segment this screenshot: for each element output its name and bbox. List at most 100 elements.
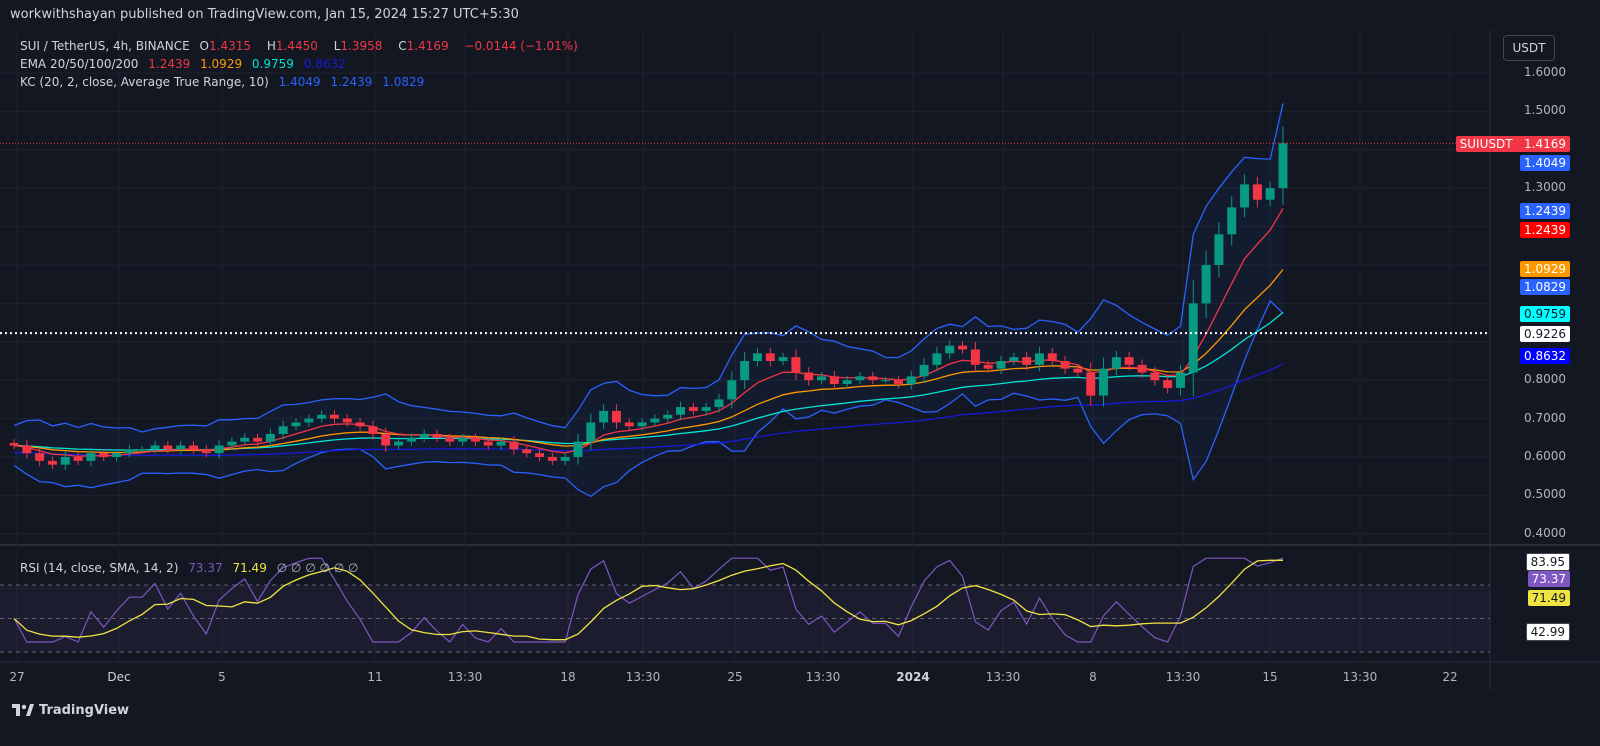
- candle-body: [599, 410, 609, 423]
- candle-body: [60, 457, 70, 465]
- kc-lower-value: 1.0829: [382, 75, 425, 89]
- time-tick-label: 8: [1089, 670, 1097, 684]
- currency-button[interactable]: USDT: [1503, 35, 1555, 61]
- candle-body: [1175, 372, 1185, 388]
- open-label: O: [199, 39, 209, 53]
- candle-body: [817, 376, 827, 381]
- open-value: 1.4315: [209, 39, 251, 53]
- candle-body: [496, 441, 506, 446]
- candle-body: [214, 445, 224, 454]
- candle-body: [445, 437, 455, 442]
- ema20-value: 1.2439: [148, 57, 191, 71]
- candle-body: [329, 414, 339, 419]
- candle-body: [1111, 357, 1121, 369]
- time-tick-label: 25: [727, 670, 743, 684]
- candle-body: [1163, 380, 1173, 388]
- candle-body: [1265, 188, 1275, 200]
- candle-body: [804, 372, 814, 381]
- indicator-price-tag: 0.8632: [1520, 348, 1570, 364]
- candle-body: [227, 441, 237, 446]
- candle-body: [150, 445, 160, 450]
- candle-body: [650, 418, 660, 423]
- price-tick-label: 0.7000: [1524, 410, 1566, 425]
- price-tick-label: 0.6000: [1524, 449, 1566, 463]
- candle-body: [1124, 357, 1134, 365]
- candle-body: [1150, 372, 1160, 381]
- symbol-title[interactable]: SUI / TetherUS, 4h, BINANCE: [20, 39, 190, 53]
- candle-body: [1073, 368, 1083, 373]
- candle-body: [163, 445, 173, 450]
- time-tick-label: 13:30: [447, 670, 483, 684]
- candle-body: [547, 457, 557, 461]
- symbol-legend: SUI / TetherUS, 4h, BINANCE O1.4315 H1.4…: [20, 39, 584, 53]
- candle-body: [188, 445, 198, 450]
- candle-body: [688, 407, 698, 411]
- candle-body: [201, 449, 211, 454]
- candle-body: [1201, 265, 1211, 304]
- candle-body: [919, 364, 929, 377]
- candle-body: [983, 364, 993, 369]
- candle-body: [394, 441, 404, 446]
- candle-body: [291, 422, 301, 427]
- rsi-legend[interactable]: RSI (14, close, SMA, 14, 2) 73.37 71.49 …: [20, 561, 364, 575]
- tradingview-logo[interactable]: TradingView: [12, 703, 129, 718]
- time-tick-label: 27: [9, 670, 25, 684]
- candle-body: [1047, 353, 1057, 361]
- ema200-value: 0.8632: [303, 57, 346, 71]
- close-label: C: [398, 39, 407, 53]
- price-tick-label: 0.5000: [1524, 487, 1566, 502]
- candle-body: [663, 414, 673, 419]
- candle-body: [701, 407, 711, 411]
- price-tick-label: 1.3000: [1524, 180, 1566, 195]
- candle-body: [1188, 303, 1198, 373]
- candle-body: [791, 357, 801, 373]
- candle-body: [1278, 143, 1288, 189]
- publisher-line: workwithshayan published on TradingView.…: [10, 7, 519, 22]
- indicator-price-tag: 1.0929: [1520, 261, 1570, 277]
- high-label: H: [266, 39, 276, 53]
- candle-body: [137, 449, 147, 451]
- rsi-axis-tag: 71.49: [1527, 590, 1570, 606]
- tradingview-logo-icon: [12, 704, 34, 716]
- candle-body: [265, 433, 275, 442]
- candle-body: [1252, 184, 1262, 200]
- candle-body: [714, 399, 724, 408]
- kc-legend[interactable]: KC (20, 2, close, Average True Range, 10…: [20, 75, 430, 89]
- candle-body: [381, 433, 391, 446]
- candle-body: [368, 426, 378, 434]
- chart-canvas[interactable]: [0, 0, 1600, 746]
- time-tick-label: 22: [1442, 670, 1458, 684]
- rsi-label: RSI (14, close, SMA, 14, 2): [20, 561, 179, 575]
- time-tick-label: 5: [218, 670, 226, 684]
- time-tick-label: 2024: [896, 670, 930, 684]
- candle-body: [124, 449, 134, 454]
- candle-body: [765, 353, 775, 361]
- kc-basis-value: 1.2439: [330, 75, 373, 89]
- candle-body: [893, 380, 903, 385]
- last-price-tag: SUIUSDT 1.4169: [1455, 136, 1570, 152]
- candle-body: [778, 357, 788, 361]
- candle-body: [1137, 364, 1147, 373]
- candle-body: [740, 361, 750, 381]
- ema-legend[interactable]: EMA 20/50/100/200 1.2439 1.0929 0.9759 0…: [20, 57, 352, 71]
- candle-body: [432, 433, 442, 438]
- candle-body: [278, 426, 288, 434]
- time-tick-label: 18: [560, 670, 576, 684]
- kc-label: KC (20, 2, close, Average True Range, 10…: [20, 75, 269, 89]
- candle-body: [996, 361, 1006, 369]
- indicator-price-tag: 1.2439: [1520, 203, 1570, 219]
- indicator-price-tag: 0.9226: [1520, 326, 1570, 342]
- candle-body: [727, 380, 737, 400]
- candle-body: [1009, 357, 1019, 361]
- candle-body: [855, 376, 865, 381]
- candle-body: [1034, 353, 1044, 365]
- candle-body: [47, 460, 57, 465]
- rsi-axis-tag: 73.37: [1527, 571, 1570, 587]
- candle-body: [945, 345, 955, 354]
- candle-body: [842, 380, 852, 385]
- rsi-axis-tag: 83.95: [1525, 553, 1570, 571]
- ema-label: EMA 20/50/100/200: [20, 57, 139, 71]
- price-tick-label: 1.6000: [1524, 65, 1566, 79]
- candle-body: [304, 418, 314, 423]
- candle-body: [509, 441, 519, 450]
